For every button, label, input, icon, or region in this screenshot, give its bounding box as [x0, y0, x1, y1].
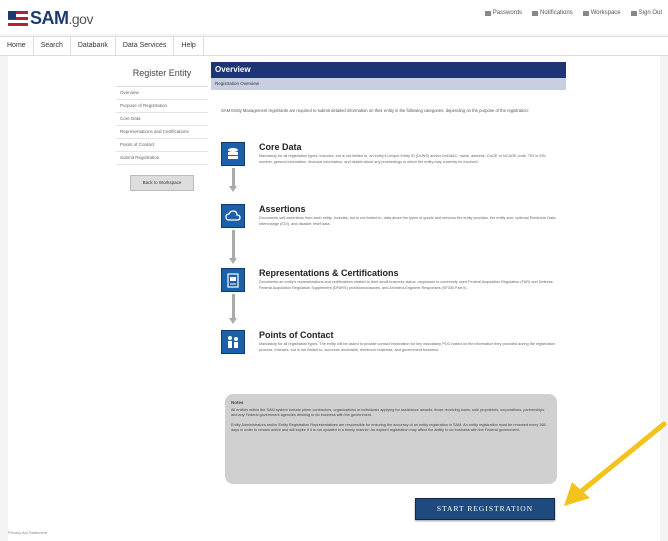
account-links: Passwords Notifications Workspace Sign O… [484, 10, 662, 16]
notes-paragraph: All entities within the SAM system inclu… [231, 407, 546, 418]
back-to-workspace-button[interactable]: Back to Workspace [130, 175, 194, 191]
nav-data-services[interactable]: Data Services [116, 37, 175, 55]
nav-help[interactable]: Help [174, 37, 204, 55]
overview-subtitle: Registration Overview [211, 78, 566, 90]
sidebar-list: Overview Purpose of Registration Core Da… [116, 86, 208, 165]
certificate-icon [221, 268, 245, 292]
intro-text: SAM Entity Management registrants are re… [221, 108, 529, 113]
people-icon [221, 330, 245, 354]
start-registration-button[interactable]: START REGISTRATION [415, 498, 555, 520]
sidebar-item-purpose[interactable]: Purpose of Registration [116, 100, 208, 113]
sidebar-item-submit[interactable]: Submit Registration [116, 152, 208, 165]
flow-arrow-icon [229, 168, 237, 192]
sidebar-item-overview[interactable]: Overview [116, 87, 208, 100]
sidebar-title: Register Entity [132, 68, 192, 78]
bell-icon [532, 10, 539, 16]
sam-logo[interactable]: SAM.gov [8, 8, 93, 29]
logo-text: SAM.gov [30, 8, 93, 28]
notes-paragraph: Entity Administrators and/or Entity Regi… [231, 422, 546, 433]
section-description: Documents self-assertions from each enti… [259, 216, 556, 226]
section-title: Assertions [259, 204, 306, 214]
signout-link[interactable]: Sign Out [630, 10, 662, 16]
sidebar-item-reps-certs[interactable]: Representations and Certifications [116, 126, 208, 139]
notifications-link[interactable]: Notifications [532, 10, 573, 16]
nav-search[interactable]: Search [34, 37, 71, 55]
nav-home[interactable]: Home [0, 37, 34, 55]
notes-box: Notes All entities within the SAM system… [225, 394, 557, 484]
sidebar-item-core-data[interactable]: Core Data [116, 113, 208, 126]
signout-icon [630, 10, 637, 16]
flow-arrow-icon [229, 294, 237, 324]
top-bar: SAM.gov Passwords Notifications Workspac… [0, 0, 668, 34]
sidebar: Register Entity Overview Purpose of Regi… [116, 62, 208, 191]
nav-databank[interactable]: Databank [71, 37, 116, 55]
notes-title: Notes [231, 400, 244, 405]
section-description: Mandatory for all registration types. Th… [259, 342, 555, 352]
overview-title: Overview [211, 62, 566, 78]
sidebar-item-points-of-contact[interactable]: Points of Contact [116, 139, 208, 152]
section-description: Documents an entity's representations an… [259, 280, 553, 290]
annotation-arrow-icon [564, 421, 667, 506]
key-icon [484, 10, 491, 16]
flag-icon [8, 10, 28, 27]
flow-arrow-icon [229, 230, 237, 264]
section-description: Mandatory for all registration types. In… [259, 154, 546, 164]
overview-panel: Overview Registration Overview SAM Entit… [211, 62, 566, 484]
main-nav: Home Search Databank Data Services Help [0, 36, 668, 56]
cloud-icon [221, 204, 245, 228]
grid-icon [582, 10, 589, 16]
footer-text[interactable]: Privacy Act Statement [8, 530, 47, 535]
database-icon [221, 142, 245, 166]
workspace-link[interactable]: Workspace [582, 10, 621, 16]
section-title: Core Data [259, 142, 302, 152]
passwords-link[interactable]: Passwords [484, 10, 522, 16]
section-title: Representations & Certifications [259, 268, 399, 278]
section-title: Points of Contact [259, 330, 334, 340]
